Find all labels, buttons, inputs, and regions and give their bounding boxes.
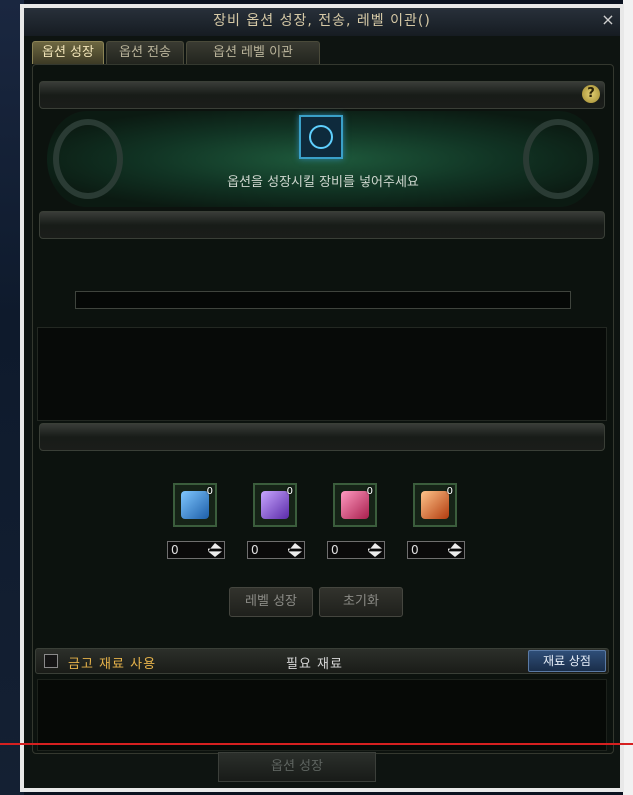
reset-button[interactable]: 초기화 bbox=[319, 587, 403, 617]
window-title-bar[interactable]: 장비 옵션 성장, 전송, 레벨 이관() × bbox=[24, 8, 620, 36]
material-slot-orange[interactable]: 0 bbox=[413, 483, 457, 527]
close-icon[interactable]: × bbox=[600, 12, 616, 28]
quantity-value[interactable]: 0 bbox=[171, 543, 179, 557]
use-vault-materials-checkbox[interactable] bbox=[44, 654, 58, 668]
quantity-stepper-pink[interactable]: 0 bbox=[327, 541, 385, 559]
orange-gem-icon bbox=[421, 491, 449, 519]
material-shop-button[interactable]: 재료 상점 bbox=[528, 650, 606, 672]
red-divider-line bbox=[0, 743, 633, 745]
quantity-stepper-orange[interactable]: 0 bbox=[407, 541, 465, 559]
up-down-arrows-icon[interactable] bbox=[448, 543, 462, 557]
pink-gem-icon bbox=[341, 491, 369, 519]
equipment-slot[interactable] bbox=[299, 115, 343, 159]
window-title: 장비 옵션 성장, 전송, 레벨 이관() bbox=[213, 13, 431, 29]
up-down-arrows-icon[interactable] bbox=[288, 543, 302, 557]
quantity-stepper-purple[interactable]: 0 bbox=[247, 541, 305, 559]
material-section-bar bbox=[39, 423, 605, 451]
quantity-stepper-blue[interactable]: 0 bbox=[167, 541, 225, 559]
required-materials-label: 필요 재료 bbox=[286, 657, 343, 672]
background-right bbox=[623, 0, 633, 795]
tab-option-growth[interactable]: 옵션 성장 bbox=[32, 41, 104, 64]
material-options-bar: 금고 재료 사용 필요 재료 재료 상점 bbox=[35, 648, 609, 674]
option-section-bar bbox=[39, 211, 605, 239]
material-count: 0 bbox=[446, 486, 453, 497]
option-growth-button[interactable]: 옵션 성장 bbox=[218, 752, 376, 782]
material-count: 0 bbox=[286, 486, 293, 497]
required-materials-list bbox=[37, 679, 607, 751]
growth-progress-bar bbox=[75, 291, 571, 309]
blue-gem-icon bbox=[181, 491, 209, 519]
equipment-slot-hint: 옵션을 성장시킬 장비를 넣어주세요 bbox=[227, 175, 419, 190]
equipment-section-bar: ? bbox=[39, 81, 605, 109]
material-slot-purple[interactable]: 0 bbox=[253, 483, 297, 527]
up-down-arrows-icon[interactable] bbox=[368, 543, 382, 557]
option-result-box bbox=[37, 327, 607, 421]
up-down-arrows-icon[interactable] bbox=[208, 543, 222, 557]
help-icon[interactable]: ? bbox=[582, 85, 600, 103]
material-count: 0 bbox=[366, 486, 373, 497]
quantity-value[interactable]: 0 bbox=[251, 543, 259, 557]
quantity-value[interactable]: 0 bbox=[411, 543, 419, 557]
option-growth-window: 장비 옵션 성장, 전송, 레벨 이관() × 옵션 성장 옵션 전송 옵션 레… bbox=[20, 4, 624, 792]
option-growth-panel: ? 옵션을 성장시킬 장비를 넣어주세요 0 0 0 0 0 0 0 0 레벨 … bbox=[32, 64, 614, 754]
level-growth-button[interactable]: 레벨 성장 bbox=[229, 587, 313, 617]
purple-gem-icon bbox=[261, 491, 289, 519]
power-icon bbox=[309, 125, 333, 149]
material-slot-blue[interactable]: 0 bbox=[173, 483, 217, 527]
use-vault-materials-label: 금고 재료 사용 bbox=[68, 657, 157, 672]
material-grid: 0 0 0 0 0 0 0 0 bbox=[167, 483, 487, 563]
tab-option-level-transfer[interactable]: 옵션 레벨 이관 bbox=[186, 41, 320, 64]
material-count: 0 bbox=[206, 486, 213, 497]
material-slot-pink[interactable]: 0 bbox=[333, 483, 377, 527]
quantity-value[interactable]: 0 bbox=[331, 543, 339, 557]
tab-option-transfer[interactable]: 옵션 전송 bbox=[106, 41, 184, 64]
